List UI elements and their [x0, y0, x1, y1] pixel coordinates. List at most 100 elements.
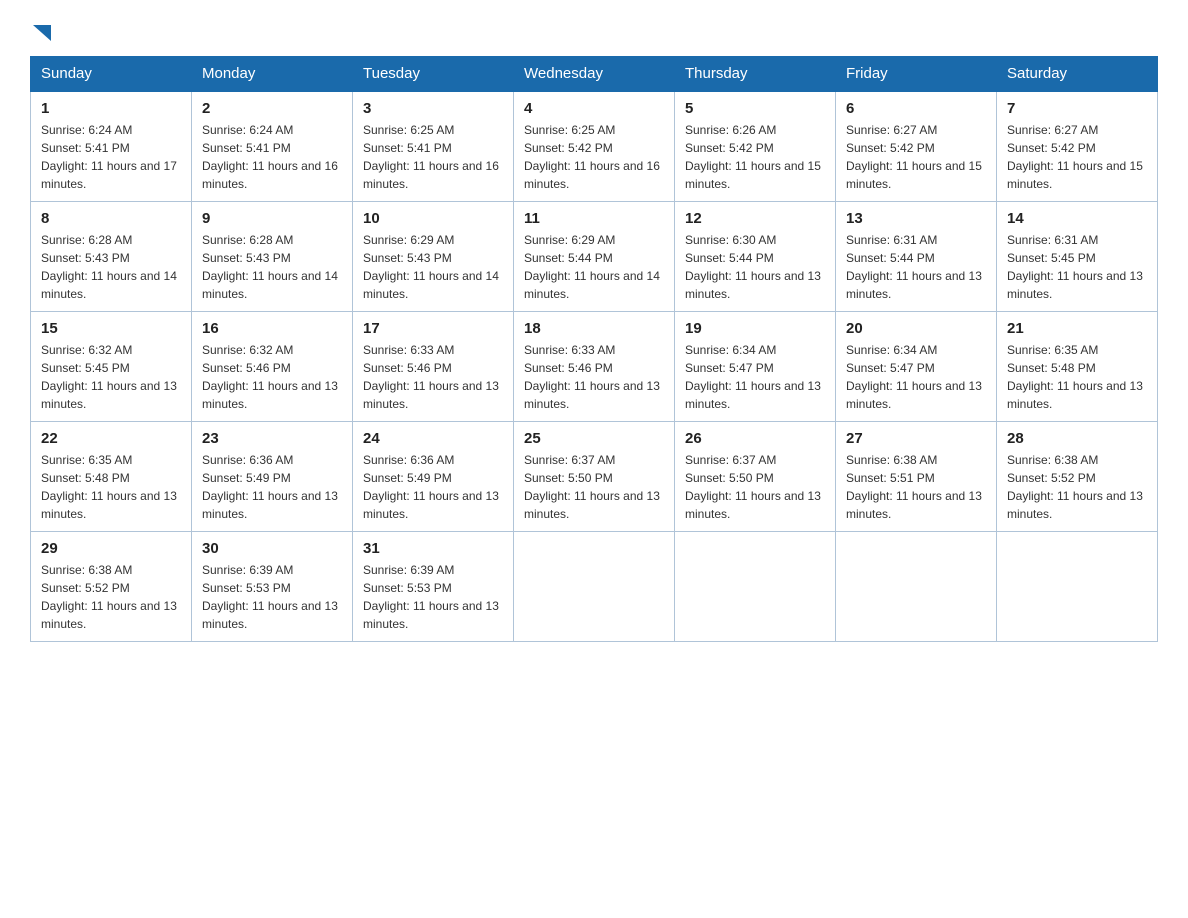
- header-cell-sunday: Sunday: [31, 57, 192, 92]
- day-info: Sunrise: 6:25 AMSunset: 5:41 PMDaylight:…: [363, 121, 503, 193]
- day-info: Sunrise: 6:37 AMSunset: 5:50 PMDaylight:…: [524, 451, 664, 523]
- day-number: 30: [202, 540, 342, 557]
- calendar-cell: 13 Sunrise: 6:31 AMSunset: 5:44 PMDayligh…: [836, 202, 997, 312]
- day-number: 10: [363, 210, 503, 227]
- day-info: Sunrise: 6:36 AMSunset: 5:49 PMDaylight:…: [202, 451, 342, 523]
- day-number: 22: [41, 430, 181, 447]
- header-cell-tuesday: Tuesday: [353, 57, 514, 92]
- calendar-cell: 27 Sunrise: 6:38 AMSunset: 5:51 PMDayligh…: [836, 422, 997, 532]
- calendar-cell: 12Sunrise: 6:30 AMSunset: 5:44 PMDayligh…: [675, 202, 836, 312]
- day-info: Sunrise: 6:38 AMSunset: 5:52 PMDaylight:…: [41, 561, 181, 633]
- day-number: 24: [363, 430, 503, 447]
- day-number: 2: [202, 100, 342, 117]
- day-number: 21: [1007, 320, 1147, 337]
- day-info: Sunrise: 6:35 AMSunset: 5:48 PMDaylight:…: [41, 451, 181, 523]
- day-info: Sunrise: 6:28 AMSunset: 5:43 PMDaylight:…: [41, 231, 181, 303]
- header-row: SundayMondayTuesdayWednesdayThursdayFrid…: [31, 57, 1158, 92]
- day-number: 18: [524, 320, 664, 337]
- calendar-cell: 7Sunrise: 6:27 AMSunset: 5:42 PMDaylight…: [997, 91, 1158, 202]
- day-number: 16: [202, 320, 342, 337]
- calendar-cell: 19 Sunrise: 6:34 AMSunset: 5:47 PMDayligh…: [675, 312, 836, 422]
- calendar-cell: 10 Sunrise: 6:29 AMSunset: 5:43 PMDayligh…: [353, 202, 514, 312]
- calendar-cell: 15 Sunrise: 6:32 AMSunset: 5:45 PMDayligh…: [31, 312, 192, 422]
- day-number: 12: [685, 210, 825, 227]
- day-info: Sunrise: 6:36 AMSunset: 5:49 PMDaylight:…: [363, 451, 503, 523]
- day-info: Sunrise: 6:38 AMSunset: 5:51 PMDaylight:…: [846, 451, 986, 523]
- calendar-table: SundayMondayTuesdayWednesdayThursdayFrid…: [30, 56, 1158, 642]
- day-number: 1: [41, 100, 181, 117]
- header-cell-thursday: Thursday: [675, 57, 836, 92]
- calendar-body: 1 Sunrise: 6:24 AMSunset: 5:41 PMDaylight…: [31, 91, 1158, 642]
- calendar-cell: [675, 532, 836, 642]
- day-number: 17: [363, 320, 503, 337]
- header-cell-friday: Friday: [836, 57, 997, 92]
- calendar-cell: 20Sunrise: 6:34 AMSunset: 5:47 PMDayligh…: [836, 312, 997, 422]
- header-cell-wednesday: Wednesday: [514, 57, 675, 92]
- day-info: Sunrise: 6:31 AMSunset: 5:45 PMDaylight:…: [1007, 231, 1147, 303]
- day-number: 14: [1007, 210, 1147, 227]
- day-info: Sunrise: 6:37 AMSunset: 5:50 PMDaylight:…: [685, 451, 825, 523]
- day-info: Sunrise: 6:35 AMSunset: 5:48 PMDaylight:…: [1007, 341, 1147, 413]
- day-number: 5: [685, 100, 825, 117]
- calendar-header: SundayMondayTuesdayWednesdayThursdayFrid…: [31, 57, 1158, 92]
- day-number: 31: [363, 540, 503, 557]
- day-number: 13: [846, 210, 986, 227]
- calendar-cell: 24 Sunrise: 6:36 AMSunset: 5:49 PMDayligh…: [353, 422, 514, 532]
- day-number: 28: [1007, 430, 1147, 447]
- calendar-cell: 11 Sunrise: 6:29 AMSunset: 5:44 PMDayligh…: [514, 202, 675, 312]
- day-number: 15: [41, 320, 181, 337]
- day-info: Sunrise: 6:28 AMSunset: 5:43 PMDaylight:…: [202, 231, 342, 303]
- calendar-cell: 9 Sunrise: 6:28 AMSunset: 5:43 PMDaylight…: [192, 202, 353, 312]
- day-info: Sunrise: 6:38 AMSunset: 5:52 PMDaylight:…: [1007, 451, 1147, 523]
- day-info: Sunrise: 6:26 AMSunset: 5:42 PMDaylight:…: [685, 121, 825, 193]
- calendar-cell: 4 Sunrise: 6:25 AMSunset: 5:42 PMDaylight…: [514, 91, 675, 202]
- day-number: 19: [685, 320, 825, 337]
- calendar-cell: 18 Sunrise: 6:33 AMSunset: 5:46 PMDayligh…: [514, 312, 675, 422]
- week-row-2: 8 Sunrise: 6:28 AMSunset: 5:43 PMDaylight…: [31, 202, 1158, 312]
- day-number: 9: [202, 210, 342, 227]
- day-info: Sunrise: 6:29 AMSunset: 5:43 PMDaylight:…: [363, 231, 503, 303]
- calendar-cell: 21 Sunrise: 6:35 AMSunset: 5:48 PMDayligh…: [997, 312, 1158, 422]
- calendar-cell: 14 Sunrise: 6:31 AMSunset: 5:45 PMDayligh…: [997, 202, 1158, 312]
- calendar-cell: 23 Sunrise: 6:36 AMSunset: 5:49 PMDayligh…: [192, 422, 353, 532]
- day-number: 25: [524, 430, 664, 447]
- calendar-cell: [836, 532, 997, 642]
- week-row-4: 22 Sunrise: 6:35 AMSunset: 5:48 PMDayligh…: [31, 422, 1158, 532]
- logo: [30, 20, 51, 46]
- header-cell-saturday: Saturday: [997, 57, 1158, 92]
- header-cell-monday: Monday: [192, 57, 353, 92]
- calendar-cell: [514, 532, 675, 642]
- day-info: Sunrise: 6:29 AMSunset: 5:44 PMDaylight:…: [524, 231, 664, 303]
- calendar-cell: 3 Sunrise: 6:25 AMSunset: 5:41 PMDaylight…: [353, 91, 514, 202]
- day-number: 29: [41, 540, 181, 557]
- day-number: 3: [363, 100, 503, 117]
- calendar-cell: 8 Sunrise: 6:28 AMSunset: 5:43 PMDaylight…: [31, 202, 192, 312]
- day-info: Sunrise: 6:34 AMSunset: 5:47 PMDaylight:…: [685, 341, 825, 413]
- calendar-cell: 25 Sunrise: 6:37 AMSunset: 5:50 PMDayligh…: [514, 422, 675, 532]
- day-info: Sunrise: 6:31 AMSunset: 5:44 PMDaylight:…: [846, 231, 986, 303]
- day-info: Sunrise: 6:33 AMSunset: 5:46 PMDaylight:…: [524, 341, 664, 413]
- week-row-3: 15 Sunrise: 6:32 AMSunset: 5:45 PMDayligh…: [31, 312, 1158, 422]
- calendar-cell: 2 Sunrise: 6:24 AMSunset: 5:41 PMDaylight…: [192, 91, 353, 202]
- calendar-cell: 22 Sunrise: 6:35 AMSunset: 5:48 PMDayligh…: [31, 422, 192, 532]
- logo-triangle-icon: [33, 25, 51, 41]
- day-info: Sunrise: 6:32 AMSunset: 5:45 PMDaylight:…: [41, 341, 181, 413]
- calendar-cell: 6Sunrise: 6:27 AMSunset: 5:42 PMDaylight…: [836, 91, 997, 202]
- day-info: Sunrise: 6:24 AMSunset: 5:41 PMDaylight:…: [202, 121, 342, 193]
- day-info: Sunrise: 6:24 AMSunset: 5:41 PMDaylight:…: [41, 121, 181, 193]
- week-row-5: 29 Sunrise: 6:38 AMSunset: 5:52 PMDayligh…: [31, 532, 1158, 642]
- day-info: Sunrise: 6:39 AMSunset: 5:53 PMDaylight:…: [202, 561, 342, 633]
- day-number: 11: [524, 210, 664, 227]
- day-info: Sunrise: 6:33 AMSunset: 5:46 PMDaylight:…: [363, 341, 503, 413]
- day-number: 23: [202, 430, 342, 447]
- page-header: [30, 20, 1158, 46]
- day-number: 27: [846, 430, 986, 447]
- day-info: Sunrise: 6:25 AMSunset: 5:42 PMDaylight:…: [524, 121, 664, 193]
- day-number: 8: [41, 210, 181, 227]
- day-info: Sunrise: 6:32 AMSunset: 5:46 PMDaylight:…: [202, 341, 342, 413]
- calendar-cell: 5 Sunrise: 6:26 AMSunset: 5:42 PMDaylight…: [675, 91, 836, 202]
- day-info: Sunrise: 6:39 AMSunset: 5:53 PMDaylight:…: [363, 561, 503, 633]
- day-info: Sunrise: 6:27 AMSunset: 5:42 PMDaylight:…: [1007, 121, 1147, 193]
- day-number: 4: [524, 100, 664, 117]
- calendar-cell: 30 Sunrise: 6:39 AMSunset: 5:53 PMDayligh…: [192, 532, 353, 642]
